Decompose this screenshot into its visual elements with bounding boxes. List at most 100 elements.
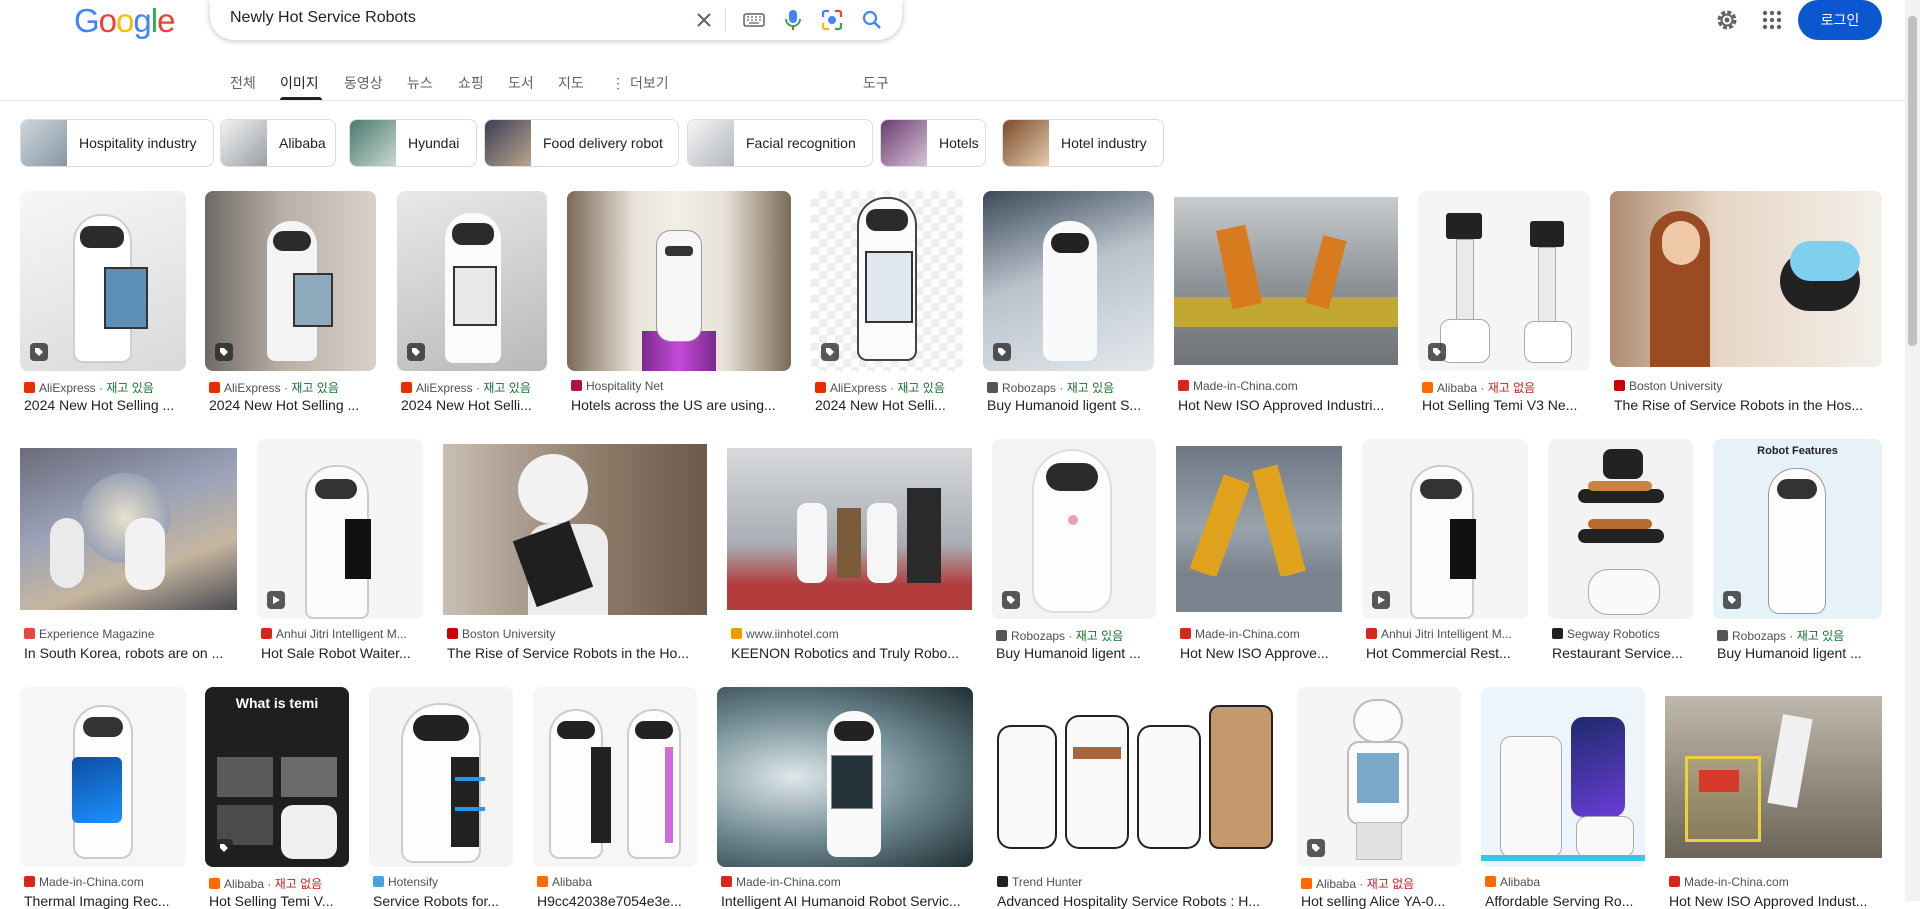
result-source: Trend Hunter: [997, 875, 1277, 889]
result-image[interactable]: [533, 687, 697, 867]
chip-label: Food delivery robot: [543, 135, 663, 151]
result-title[interactable]: Hot Selling Temi V...: [209, 893, 347, 909]
result-title[interactable]: Hot New ISO Approved Industri...: [1178, 397, 1396, 413]
shopping-tag-icon: [1002, 591, 1020, 609]
page-scrollbar[interactable]: [1905, 0, 1920, 901]
shopping-tag-icon: [1723, 591, 1741, 609]
clear-icon[interactable]: [690, 6, 718, 34]
result-title[interactable]: Hot Sale Robot Waiter...: [261, 645, 421, 661]
result-image[interactable]: [727, 448, 972, 610]
result-title[interactable]: Restaurant Service...: [1552, 645, 1692, 661]
chip-thumbnail: [221, 120, 267, 166]
result-image[interactable]: [1297, 687, 1461, 867]
keyboard-icon[interactable]: [740, 6, 768, 34]
result-title[interactable]: Hotels across the US are using...: [571, 397, 789, 413]
result-title[interactable]: Buy Humanoid ligent ...: [1717, 645, 1880, 661]
result-title[interactable]: Service Robots for...: [373, 893, 511, 909]
chip-hotels[interactable]: Hotels: [880, 119, 986, 167]
result-title[interactable]: Intelligent AI Humanoid Robot Servic...: [721, 893, 971, 909]
result-image[interactable]: [1665, 696, 1882, 858]
result-title[interactable]: In South Korea, robots are on ...: [24, 645, 234, 661]
search-icon[interactable]: [858, 6, 886, 34]
result-title[interactable]: 2024 New Hot Selling ...: [209, 397, 374, 413]
result-image[interactable]: [717, 687, 973, 867]
result-image[interactable]: [205, 191, 376, 371]
result-image[interactable]: [369, 687, 513, 867]
tab-maps[interactable]: 지도: [558, 73, 584, 93]
settings-gear-icon[interactable]: [1713, 6, 1741, 34]
result-image[interactable]: [1548, 439, 1693, 619]
google-logo[interactable]: Google: [74, 2, 175, 40]
result-title[interactable]: 2024 New Hot Selli...: [815, 397, 963, 413]
tab-images[interactable]: 이미지: [280, 73, 319, 93]
result-title[interactable]: Buy Humanoid ligent S...: [987, 397, 1152, 413]
result-title[interactable]: Thermal Imaging Rec...: [24, 893, 184, 909]
search-input[interactable]: Newly Hot Service Robots: [230, 9, 416, 27]
result-source: www.iinhotel.com: [731, 627, 971, 641]
chip-hospitality-industry[interactable]: Hospitality industry: [20, 119, 214, 167]
result-title[interactable]: Hot New ISO Approve...: [1180, 645, 1340, 661]
shopping-tag-icon: [1307, 839, 1325, 857]
tab-news[interactable]: 뉴스: [407, 73, 433, 93]
result-title[interactable]: Buy Humanoid ligent ...: [996, 645, 1154, 661]
favicon: [24, 382, 35, 393]
favicon: [997, 876, 1008, 887]
tab-more[interactable]: ⋮ 더보기: [611, 73, 669, 93]
tab-shopping[interactable]: 쇼핑: [458, 73, 484, 93]
chip-hyundai[interactable]: Hyundai: [349, 119, 477, 167]
result-title[interactable]: 2024 New Hot Selling ...: [24, 397, 184, 413]
result-image[interactable]: What is temi: [205, 687, 349, 867]
result-image[interactable]: [257, 439, 423, 619]
result-title[interactable]: 2024 New Hot Selli...: [401, 397, 546, 413]
result-image[interactable]: [1174, 197, 1398, 365]
image-overlay-text: What is temi: [235, 695, 319, 711]
video-play-icon: [1372, 591, 1390, 609]
result-image[interactable]: [1481, 687, 1645, 867]
tools-button[interactable]: 도구: [863, 73, 889, 93]
result-image[interactable]: [397, 191, 547, 371]
login-button[interactable]: 로그인: [1798, 0, 1882, 40]
result-title[interactable]: Hot New ISO Approved Indust...: [1669, 893, 1880, 909]
result-title[interactable]: Hot Commercial Rest...: [1366, 645, 1526, 661]
voice-search-icon[interactable]: [779, 6, 807, 34]
shopping-tag-icon: [215, 839, 233, 857]
result-title[interactable]: Hot Selling Temi V3 Ne...: [1422, 397, 1588, 413]
apps-grid-icon[interactable]: [1760, 8, 1784, 32]
result-source: Alibaba · 재고 없음: [1301, 875, 1461, 892]
chip-alibaba[interactable]: Alibaba: [220, 119, 336, 167]
result-image[interactable]: [1610, 191, 1882, 367]
result-image[interactable]: [567, 191, 791, 371]
result-image[interactable]: [443, 444, 707, 615]
tab-all[interactable]: 전체: [230, 73, 256, 93]
chip-thumbnail: [485, 120, 531, 166]
result-image[interactable]: [1176, 446, 1342, 612]
chip-food-delivery-robot[interactable]: Food delivery robot: [484, 119, 679, 167]
result-image[interactable]: [20, 448, 237, 610]
tab-videos[interactable]: 동영상: [344, 73, 383, 93]
result-image[interactable]: Robot Features: [1713, 439, 1882, 619]
chip-thumbnail: [1003, 120, 1049, 166]
result-image[interactable]: [20, 191, 186, 371]
result-image[interactable]: [992, 439, 1156, 619]
result-title[interactable]: KEENON Robotics and Truly Robo...: [731, 645, 971, 661]
result-image[interactable]: [993, 687, 1277, 867]
search-box[interactable]: Newly Hot Service Robots: [210, 0, 902, 40]
result-title[interactable]: Hot selling Alice YA-0...: [1301, 893, 1459, 909]
active-tab-indicator: [280, 97, 322, 100]
tab-books[interactable]: 도서: [508, 73, 534, 93]
result-image[interactable]: [20, 687, 186, 867]
result-title[interactable]: Advanced Hospitality Service Robots : H.…: [997, 893, 1275, 909]
result-title[interactable]: The Rise of Service Robots in the Ho...: [447, 645, 705, 661]
result-image[interactable]: [1418, 191, 1590, 371]
result-title[interactable]: H9cc42038e7054e3e...: [537, 893, 695, 909]
chip-facial-recognition[interactable]: Facial recognition: [687, 119, 873, 167]
chip-hotel-industry[interactable]: Hotel industry: [1002, 119, 1164, 167]
result-image[interactable]: [1362, 439, 1528, 619]
lens-icon[interactable]: [818, 6, 846, 34]
result-image[interactable]: [983, 191, 1154, 371]
scrollbar-thumb[interactable]: [1908, 16, 1917, 346]
result-title[interactable]: The Rise of Service Robots in the Hos...: [1614, 397, 1880, 413]
result-image[interactable]: [811, 191, 963, 371]
result-title[interactable]: Affordable Serving Ro...: [1485, 893, 1643, 909]
favicon: [1485, 876, 1496, 887]
